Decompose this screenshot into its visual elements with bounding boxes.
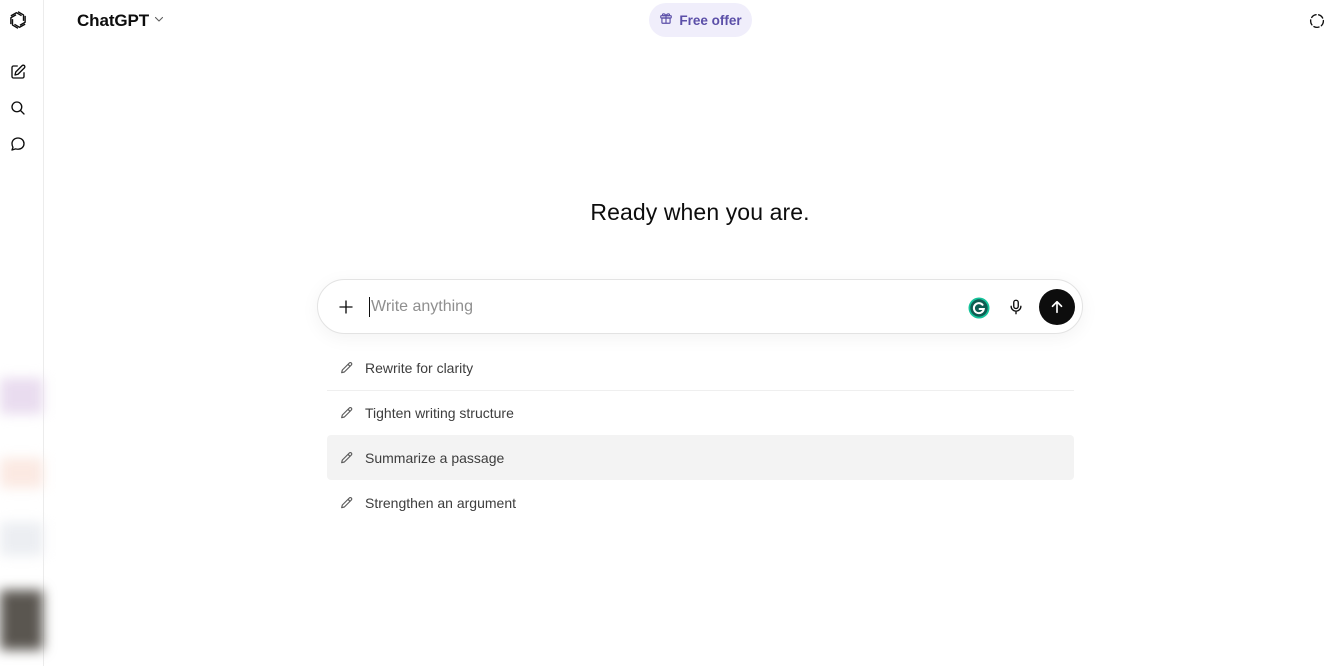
new-chat-icon[interactable] [6, 60, 30, 84]
suggestion-list: Rewrite for clarity Tighten writing stru… [327, 345, 1074, 525]
model-switcher[interactable]: ChatGPT [77, 9, 165, 33]
suggestion-item[interactable]: Tighten writing structure [327, 390, 1074, 435]
openai-logo-icon[interactable] [6, 8, 30, 32]
suggestion-label: Tighten writing structure [365, 404, 514, 421]
temporary-chat-icon[interactable] [1306, 10, 1328, 32]
prompt-composer [317, 279, 1083, 334]
grammarly-icon[interactable] [968, 297, 990, 319]
pencil-icon [338, 359, 356, 377]
pencil-icon [338, 494, 356, 512]
gift-icon [659, 11, 673, 30]
suggestion-item[interactable]: Strengthen an argument [327, 480, 1074, 525]
app-window: ChatGPT Free offer Ready when you are. W… [0, 0, 1344, 666]
avatar[interactable] [0, 458, 43, 488]
free-offer-button[interactable]: Free offer [649, 3, 752, 37]
pencil-icon [338, 449, 356, 467]
chat-bubble-icon[interactable] [6, 132, 30, 156]
pencil-icon [338, 404, 356, 422]
send-button[interactable] [1039, 289, 1075, 325]
sidebar-rail [0, 0, 44, 666]
chevron-down-icon [153, 12, 165, 30]
suggestion-label: Strengthen an argument [365, 494, 516, 511]
avatar[interactable] [0, 522, 43, 556]
suggestion-item[interactable]: Summarize a passage [327, 435, 1074, 480]
page-title: Ready when you are. [590, 199, 810, 225]
suggestion-item[interactable]: Rewrite for clarity [327, 345, 1074, 390]
prompt-input[interactable] [371, 294, 951, 320]
search-icon[interactable] [6, 96, 30, 120]
free-offer-label: Free offer [679, 12, 742, 28]
text-caret [369, 297, 370, 317]
microphone-icon[interactable] [1004, 295, 1028, 319]
model-name: ChatGPT [77, 11, 150, 30]
avatar[interactable] [0, 378, 43, 414]
suggestion-label: Summarize a passage [365, 449, 505, 466]
arrow-up-icon [1048, 298, 1066, 316]
suggestion-label: Rewrite for clarity [365, 359, 474, 376]
plus-icon[interactable] [332, 293, 360, 321]
avatar[interactable] [0, 590, 43, 650]
